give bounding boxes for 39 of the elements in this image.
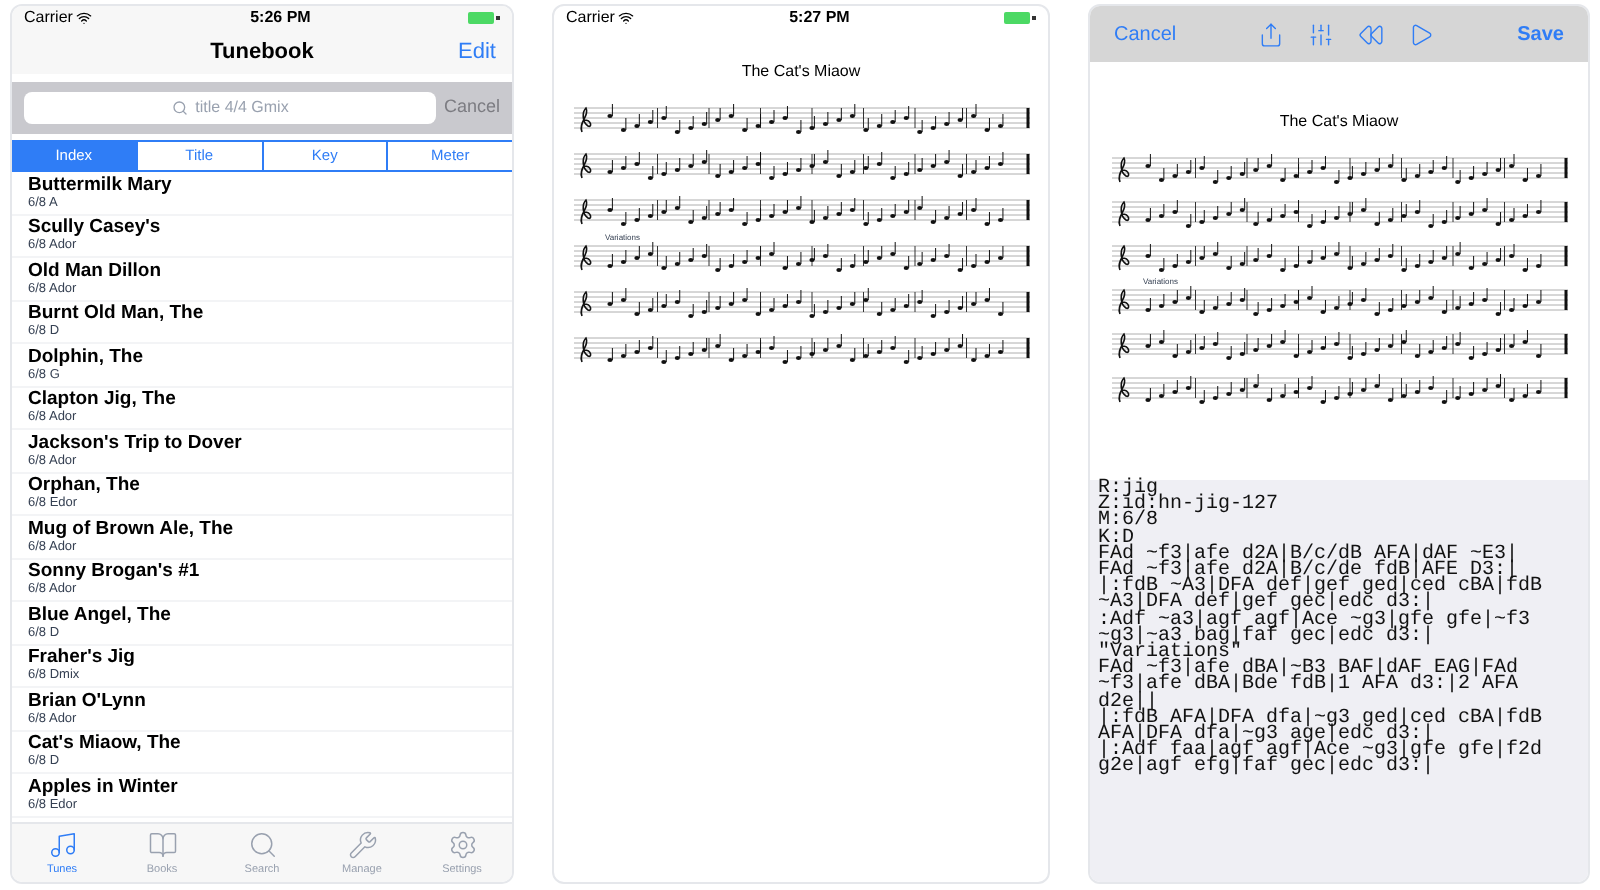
- tune-title: Apples in Winter: [28, 775, 180, 798]
- tune-title: Mug of Brown Ale, The: [28, 517, 236, 540]
- music-note-icon: [47, 830, 77, 860]
- tune-title: Sonny Brogan's #1: [28, 560, 202, 583]
- tune-title: Old Man Dillon: [28, 259, 163, 282]
- search-placeholder: title 4/4 Gmix: [195, 96, 289, 120]
- wifi-icon: [76, 10, 93, 26]
- nav-title: Tunebook: [210, 37, 314, 68]
- tune-title: Cat's Miaow, The: [28, 732, 183, 755]
- search-icon: [171, 100, 188, 116]
- tune-title: Dolphin, The: [28, 345, 146, 368]
- status-time: 5:26 PM: [250, 6, 311, 30]
- tune-title: Burnt Old Man, The: [28, 302, 206, 325]
- carrier-label: Carrier: [566, 6, 615, 30]
- tune-title: Buttermilk Mary: [28, 173, 174, 196]
- play-icon[interactable]: [1408, 21, 1435, 47]
- search-icon: [247, 830, 277, 860]
- tune-title: Orphan, The: [28, 474, 142, 497]
- battery-icon: [468, 12, 500, 24]
- tune-title: Fraher's Jig: [28, 646, 137, 669]
- book-icon: [147, 830, 177, 860]
- tune-title: Jackson's Trip to Dover: [28, 431, 244, 454]
- edit-button[interactable]: Edit: [458, 35, 496, 69]
- settings-icon: [447, 830, 477, 860]
- carrier-label: Carrier: [24, 6, 73, 30]
- tune-title: Clapton Jig, The: [28, 388, 178, 411]
- status-time: 5:27 PM: [789, 6, 850, 30]
- score-title: The Cat's Miaow: [1279, 110, 1399, 134]
- wifi-icon: [618, 10, 635, 26]
- score-title: The Cat's Miaow: [741, 60, 861, 84]
- abc-text-area[interactable]: R:jig Z:id:hn-jig-127 M:6/8 K:D FAd ~f3|afe d2A|B/c/dB AFA|dAF ~E3| FAd ~f3|afe d2A|B/c/de fdB|AFE D3:| |:fdB ~A3|DFA def|gef ged|ced cBA|fdB ~A3|DFA def|gef gec|edc d3:| :Adf ~a3|agf agf|Ace ~g3|gfe gfe|~f3 ~g3|~a3 bag|faf gec|edc d3:| "Variations" FAd ~f3|afe dBA|~B3 BAF|dAF EAG|FAd ~f3|afe dBA|Bde fdB|1 AFA d3:|2 AFA d2e|| |:fdB AFA|DFA dfa|~g3 ged|ced cBA|fdB AFA|DFA dfa|~g3 age|edc d3:| |:Adf faa|agf agf|Ace ~g3|gfe gfe|f2d g2e|agf efg|faf gec|edc d3:|: [1090, 480, 1588, 882]
- tune-title: Brian O'Lynn: [28, 689, 148, 712]
- tune-title: Blue Angel, The: [28, 603, 173, 626]
- battery-icon: [1004, 12, 1036, 24]
- rewind-icon[interactable]: [1358, 21, 1385, 47]
- tune-title: Scully Casey's: [28, 216, 163, 239]
- sliders-icon[interactable]: [1308, 21, 1335, 47]
- share-icon[interactable]: [1258, 21, 1285, 47]
- wrench-icon: [347, 830, 377, 860]
